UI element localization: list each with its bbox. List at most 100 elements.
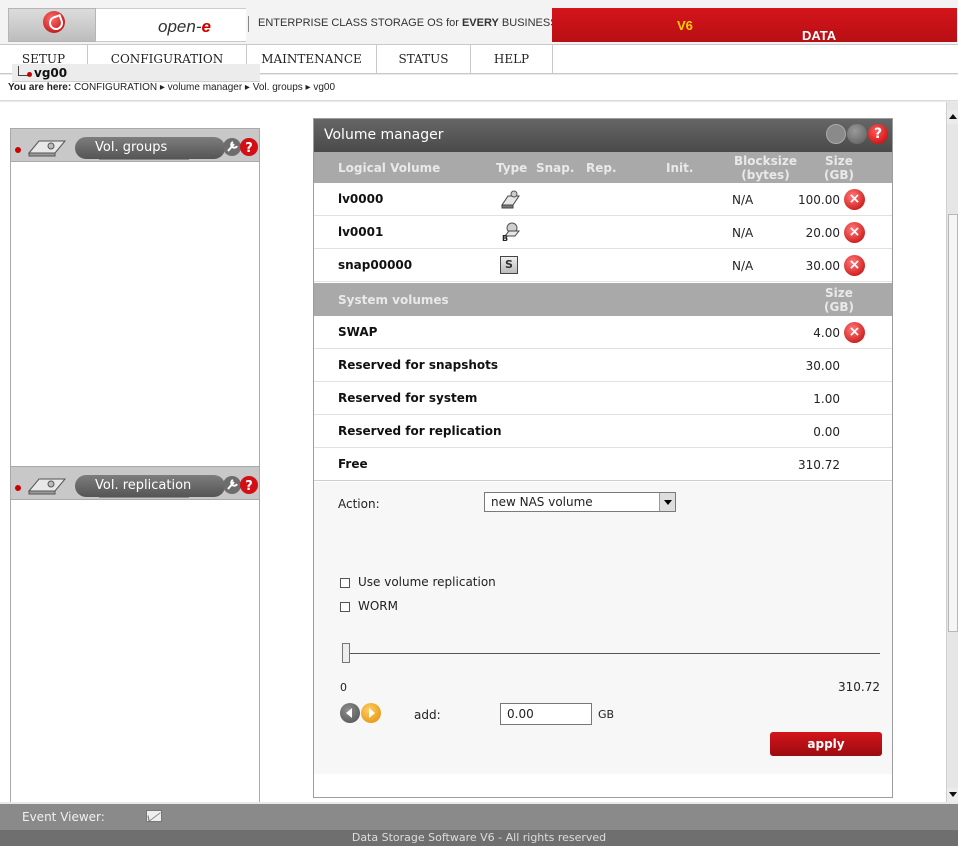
system-volume-name: Reserved for system [338,391,478,405]
pin-icon [15,147,21,153]
reload-icon[interactable] [847,124,867,144]
size-slider-handle[interactable] [342,643,350,663]
event-viewer-label: Event Viewer: [22,810,105,824]
breadcrumb-path[interactable]: CONFIGURATION ▸ volume manager ▸ Vol. gr… [74,82,335,93]
col-size: Size (GB) [824,154,854,182]
create-volume-form: Action: new NAS volume Use volume replic… [314,482,892,774]
size-slider-track[interactable] [344,653,880,654]
system-volume-size: 310.72 [798,458,840,472]
scroll-down-icon[interactable] [947,788,958,802]
vol-replication-title[interactable]: Vol. replication [75,475,225,497]
action-select-value: new NAS volume [491,495,593,509]
tree-item-vg00[interactable]: vg00 [12,64,260,82]
product-version: V6 [677,18,693,33]
pin-icon [15,485,21,491]
iscsi-volume-icon: B [502,222,520,243]
volume-manager-title-bar: Volume manager ? [314,119,892,152]
col-size-label: Size [825,154,853,168]
add-unit-label: GB [598,708,615,721]
volume-name: lv0001 [338,225,384,239]
delete-volume-button[interactable]: × [844,255,865,276]
copyright: Data Storage Software V6 - All rights re… [0,830,958,846]
volume-manager-title: Volume manager [324,127,444,143]
svg-text:B: B [502,234,508,243]
tree-dot-icon [27,72,32,77]
scrollbar-thumb[interactable] [948,214,958,632]
worm-label: WORM [358,599,399,613]
col-blocksize: Blocksize (bytes) [734,154,797,182]
svg-text:?: ? [245,141,253,156]
volume-blocksize: N/A [732,226,754,240]
system-volume-name: SWAP [338,325,378,339]
brand-logo: open-e [96,8,246,42]
action-label: Action: [338,497,380,511]
menu-help[interactable]: HELP [471,45,553,74]
apply-button[interactable]: apply [770,732,882,756]
volume-name: snap00000 [338,258,413,272]
slider-min-label: 0 [340,681,347,694]
add-label: add: [414,708,441,722]
vol-groups-header: Vol. groups ? [10,128,260,162]
action-select[interactable]: new NAS volume [484,492,676,512]
add-size-input[interactable]: 0.00 [500,703,592,725]
volume-blocksize: N/A [732,193,754,207]
event-viewer-bar: Event Viewer: [0,804,958,830]
table-row[interactable]: lv0001 B N/A 20.00 × [314,216,892,249]
volume-size: 100.00 [798,193,840,207]
volume-blocksize: N/A [732,259,754,273]
table-row[interactable]: snap00000 S N/A 30.00 × [314,249,892,282]
vol-groups-title[interactable]: Vol. groups [75,137,225,159]
col-size-unit: (GB) [824,168,854,182]
volume-name: lv0000 [338,192,384,206]
table-row[interactable]: lv0000 N/A 100.00 × [314,183,892,216]
hard-drive-icon [27,140,67,157]
tagline-post: BUSINESS [498,17,558,29]
tagline-bold: EVERY [461,17,499,29]
mail-icon[interactable] [146,810,162,822]
delete-volume-button[interactable]: × [844,189,865,210]
brand-accent: e [201,17,211,36]
table-row: Reserved for snapshots 30.00 [314,349,892,382]
col-rep: Rep. [586,161,617,175]
volume-size: 30.00 [805,259,840,273]
col-logical-volume: Logical Volume [338,161,441,175]
worm-checkbox[interactable] [340,602,350,612]
arrow-left-icon [346,708,352,718]
delete-volume-button[interactable]: × [844,222,865,243]
help-icon[interactable]: ? [868,124,888,144]
table-row[interactable]: SWAP 4.00 × [314,316,892,349]
tagline: ENTERPRISE CLASS STORAGE OS for EVERY BU… [258,17,558,29]
delete-swap-button[interactable]: × [844,322,865,343]
table-row: Free 310.72 [314,448,892,481]
system-volume-name: Reserved for snapshots [338,358,499,372]
logical-volumes-header: Logical Volume Type Snap. Rep. Init. Blo… [314,152,892,183]
use-replication-checkbox[interactable] [340,578,350,588]
table-row: Reserved for system 1.00 [314,382,892,415]
system-volumes-title: System volumes [338,293,449,307]
volume-size: 20.00 [805,226,840,240]
top-header: open-e ENTERPRISE CLASS STORAGE OS for E… [0,0,958,73]
system-col-size: Size (GB) [824,286,854,314]
increase-button[interactable] [361,703,381,723]
system-volume-name: Reserved for replication [338,424,502,438]
menu-status[interactable]: STATUS [377,45,471,74]
slider-max-label: 310.72 [838,680,880,694]
system-volumes-header: System volumes Size (GB) [314,283,892,316]
tree-item-label: vg00 [34,66,68,80]
snapshot-icon: S [500,256,518,274]
settings-help-icons: ? [223,138,258,156]
vol-replication-header: Vol. replication ? [10,466,260,500]
chevron-down-icon[interactable] [659,493,675,511]
wrench-logo-icon [8,8,96,42]
table-row: Reserved for replication 0.00 [314,415,892,448]
vertical-scrollbar[interactable] [946,102,958,802]
scroll-up-icon[interactable] [947,110,958,124]
decrease-button[interactable] [340,703,360,723]
refresh-disabled-icon [826,124,846,144]
hard-drive-icon [27,478,67,495]
tagline-pre: ENTERPRISE CLASS STORAGE OS for [258,17,462,29]
vol-groups-body [10,162,260,466]
col-snap: Snap. [536,161,575,175]
breadcrumb-prefix: You are here: [8,82,72,93]
menu-maintenance[interactable]: MAINTENANCE [247,45,377,74]
